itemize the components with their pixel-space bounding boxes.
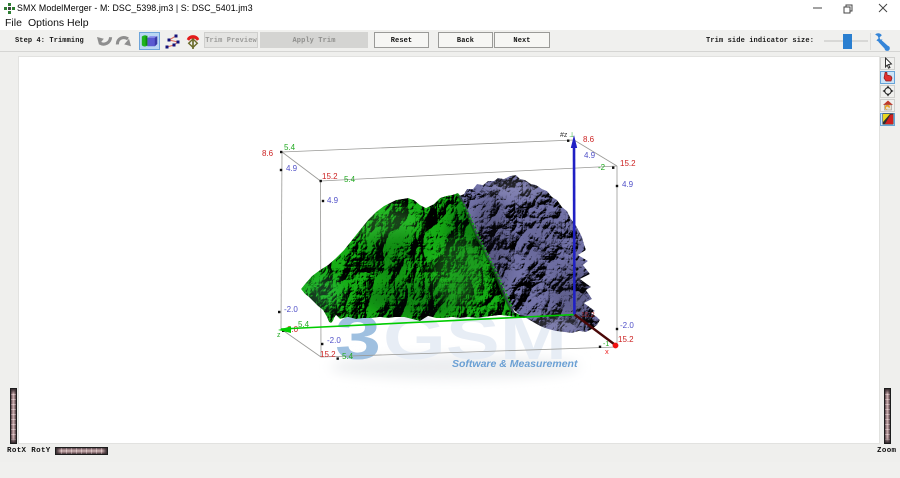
svg-text:5.4: 5.4 <box>284 143 296 152</box>
svg-text:15.2: 15.2 <box>322 172 338 181</box>
svg-text:8.6: 8.6 <box>262 149 274 158</box>
svg-text:4.9: 4.9 <box>584 151 596 160</box>
svg-text:x: x <box>605 347 609 356</box>
svg-text:#z: #z <box>560 132 568 139</box>
svg-text:15.2: 15.2 <box>618 335 634 344</box>
svg-text:5.4: 5.4 <box>342 352 354 361</box>
svg-text:8.6: 8.6 <box>583 135 595 144</box>
svg-text:-2.0: -2.0 <box>620 321 634 330</box>
svg-text:4.9: 4.9 <box>327 196 339 205</box>
svg-text:5.4: 5.4 <box>344 175 356 184</box>
svg-text:Software & Measurement: Software & Measurement <box>452 358 578 370</box>
svg-text:15.2: 15.2 <box>320 350 336 359</box>
svg-text:4.9: 4.9 <box>622 180 634 189</box>
svg-text:-2: -2 <box>598 163 606 172</box>
svg-text:-2.0: -2.0 <box>284 305 298 314</box>
svg-text:4.9: 4.9 <box>286 164 298 173</box>
svg-text:-2.0: -2.0 <box>327 336 341 345</box>
svg-text:15.2: 15.2 <box>620 159 636 168</box>
svg-text:z: z <box>277 332 281 339</box>
svg-text:15.2: 15.2 <box>581 312 595 319</box>
